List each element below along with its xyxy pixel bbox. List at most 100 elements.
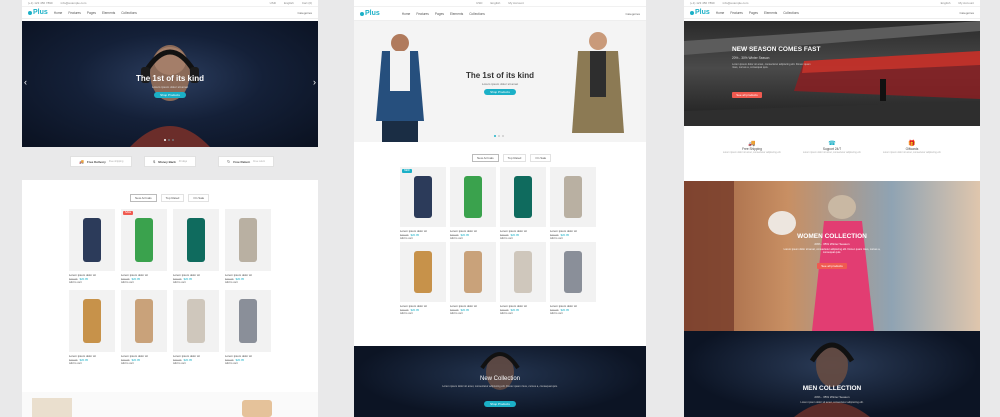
next-arrow-icon[interactable]: ›: [313, 77, 316, 87]
slider-dot[interactable]: [168, 139, 170, 141]
hero-shop-button[interactable]: Shop Products: [154, 92, 186, 98]
nav-home[interactable]: Home: [54, 11, 63, 15]
nav-collections[interactable]: Collections: [783, 11, 799, 15]
product-card[interactable]: Lorem ipsum dolor sit $39.95 $20.95 Add to …: [69, 209, 115, 284]
product-card[interactable]: Lorem ipsum dolor sit $39.95 $20.95 Add to …: [450, 242, 496, 315]
product-card[interactable]: Lorem ipsum dolor sit $39.95 $20.95 Add to …: [225, 209, 271, 284]
currency-select[interactable]: USD: [270, 1, 276, 5]
site-logo[interactable]: Plus: [690, 9, 710, 16]
nav-features[interactable]: Features: [416, 12, 429, 16]
nav-collections[interactable]: Collections: [121, 11, 137, 15]
slider-dot[interactable]: [498, 135, 500, 137]
product-card[interactable]: Lorem ipsum dolor sit $39.95 $20.95 Add to …: [550, 167, 596, 240]
nav-pages[interactable]: Pages: [435, 12, 444, 16]
product-image[interactable]: [173, 209, 219, 271]
banner-shop-button[interactable]: Shop Products: [484, 401, 516, 407]
add-to-cart-button[interactable]: Add to cart: [69, 281, 115, 284]
slider-dot[interactable]: [502, 135, 504, 137]
nav-collections[interactable]: Collections: [469, 12, 485, 16]
add-to-cart-button[interactable]: Add to cart: [121, 281, 167, 284]
hero-shop-button[interactable]: Shop Products: [484, 89, 516, 95]
product-image[interactable]: [173, 290, 219, 352]
product-card[interactable]: Lorem ipsum dolor sit $39.95 $20.95 Add to …: [500, 242, 546, 315]
nav-home[interactable]: Home: [716, 11, 725, 15]
nav-pages[interactable]: Pages: [749, 11, 758, 15]
hero-see-all-button[interactable]: See all products: [732, 92, 762, 98]
product-image[interactable]: SALE: [121, 209, 167, 271]
nav-home[interactable]: Home: [402, 12, 411, 16]
women-see-all-button[interactable]: See all products: [817, 263, 847, 269]
product-image[interactable]: [450, 167, 496, 227]
site-logo[interactable]: Plus: [360, 10, 380, 17]
product-card[interactable]: Lorem ipsum dolor sit $39.95 $20.95 Add to …: [173, 209, 219, 284]
product-card[interactable]: Lorem ipsum dolor sit $39.95 $20.95 Add to …: [225, 290, 271, 365]
add-to-cart-button[interactable]: Add to cart: [69, 362, 115, 365]
product-image[interactable]: [500, 242, 546, 302]
product-image[interactable]: [550, 242, 596, 302]
product-image[interactable]: [450, 242, 496, 302]
slider-dot[interactable]: [164, 139, 166, 141]
tab-on-sale[interactable]: On Sale: [188, 194, 210, 202]
tab-top-rated[interactable]: Top Rated: [160, 194, 185, 202]
product-image[interactable]: [500, 167, 546, 227]
nav-features[interactable]: Features: [730, 11, 743, 15]
categories-menu[interactable]: Categories: [959, 11, 974, 15]
add-to-cart-button[interactable]: Add to cart: [173, 362, 219, 365]
add-to-cart-button[interactable]: Add to cart: [550, 237, 596, 240]
categories-menu[interactable]: Categories: [297, 11, 312, 15]
product-image[interactable]: NEW: [400, 167, 446, 227]
tab-on-sale[interactable]: On Sale: [530, 154, 552, 162]
language-select[interactable]: English: [490, 1, 500, 5]
categories-menu[interactable]: Categories: [625, 12, 640, 16]
site-logo[interactable]: Plus: [28, 9, 48, 16]
tab-top-rated[interactable]: Top Rated: [502, 154, 527, 162]
add-to-cart-button[interactable]: Add to cart: [225, 362, 271, 365]
product-card[interactable]: SALE Lorem ipsum dolor sit $39.95 $20.95 Add…: [121, 209, 167, 284]
language-select[interactable]: English: [941, 1, 951, 5]
add-to-cart-button[interactable]: Add to cart: [550, 312, 596, 315]
product-card[interactable]: Lorem ipsum dolor sit $39.95 $20.95 Add to …: [69, 290, 115, 365]
currency-select[interactable]: USD: [476, 1, 482, 5]
account-link[interactable]: My Account: [508, 1, 524, 5]
product-image[interactable]: [225, 290, 271, 352]
product-image[interactable]: [69, 290, 115, 352]
add-to-cart-button[interactable]: Add to cart: [400, 237, 446, 240]
product-image[interactable]: [69, 209, 115, 271]
product-card[interactable]: Lorem ipsum dolor sit $39.95 $20.95 Add to …: [500, 167, 546, 240]
slider-dot[interactable]: [172, 139, 174, 141]
product-card[interactable]: Lorem ipsum dolor sit $39.95 $20.95 Add to …: [450, 167, 496, 240]
nav-features[interactable]: Features: [68, 11, 81, 15]
product-card[interactable]: NEW Lorem ipsum dolor sit $39.95 $20.95 Add …: [400, 167, 446, 240]
add-to-cart-button[interactable]: Add to cart: [400, 312, 446, 315]
account-link[interactable]: My Account: [958, 1, 974, 5]
add-to-cart-button[interactable]: Add to cart: [450, 237, 496, 240]
hero-title: NEW SEASON COMES FAST: [732, 46, 821, 53]
product-card[interactable]: Lorem ipsum dolor sit $39.95 $20.95 Add to …: [550, 242, 596, 315]
product-image[interactable]: [225, 209, 271, 271]
language-select[interactable]: English: [284, 1, 294, 5]
nav-elements[interactable]: Elements: [450, 12, 463, 16]
add-to-cart-button[interactable]: Add to cart: [173, 281, 219, 284]
add-to-cart-button[interactable]: Add to cart: [500, 237, 546, 240]
tab-new-arrivals[interactable]: New Arrivals: [130, 194, 157, 202]
nav-elements[interactable]: Elements: [102, 11, 115, 15]
nav-elements[interactable]: Elements: [764, 11, 777, 15]
product-shape: [82, 299, 102, 343]
slider-dot[interactable]: [494, 135, 496, 137]
product-shape: [563, 176, 583, 218]
product-image[interactable]: [400, 242, 446, 302]
panel-1-header: (+1) 123 456 7890 info@example.com USD E…: [22, 0, 318, 147]
product-card[interactable]: Lorem ipsum dolor sit $39.95 $20.95 Add to …: [121, 290, 167, 365]
product-image[interactable]: [550, 167, 596, 227]
prev-arrow-icon[interactable]: ‹: [24, 77, 27, 87]
product-card[interactable]: Lorem ipsum dolor sit $39.95 $20.95 Add to …: [400, 242, 446, 315]
product-image[interactable]: [121, 290, 167, 352]
add-to-cart-button[interactable]: Add to cart: [121, 362, 167, 365]
add-to-cart-button[interactable]: Add to cart: [500, 312, 546, 315]
add-to-cart-button[interactable]: Add to cart: [450, 312, 496, 315]
add-to-cart-button[interactable]: Add to cart: [225, 281, 271, 284]
nav-pages[interactable]: Pages: [87, 11, 96, 15]
tab-new-arrivals[interactable]: New Arrivals: [472, 154, 499, 162]
product-card[interactable]: Lorem ipsum dolor sit $39.95 $20.95 Add to …: [173, 290, 219, 365]
cart-link[interactable]: Cart (0): [302, 1, 312, 5]
